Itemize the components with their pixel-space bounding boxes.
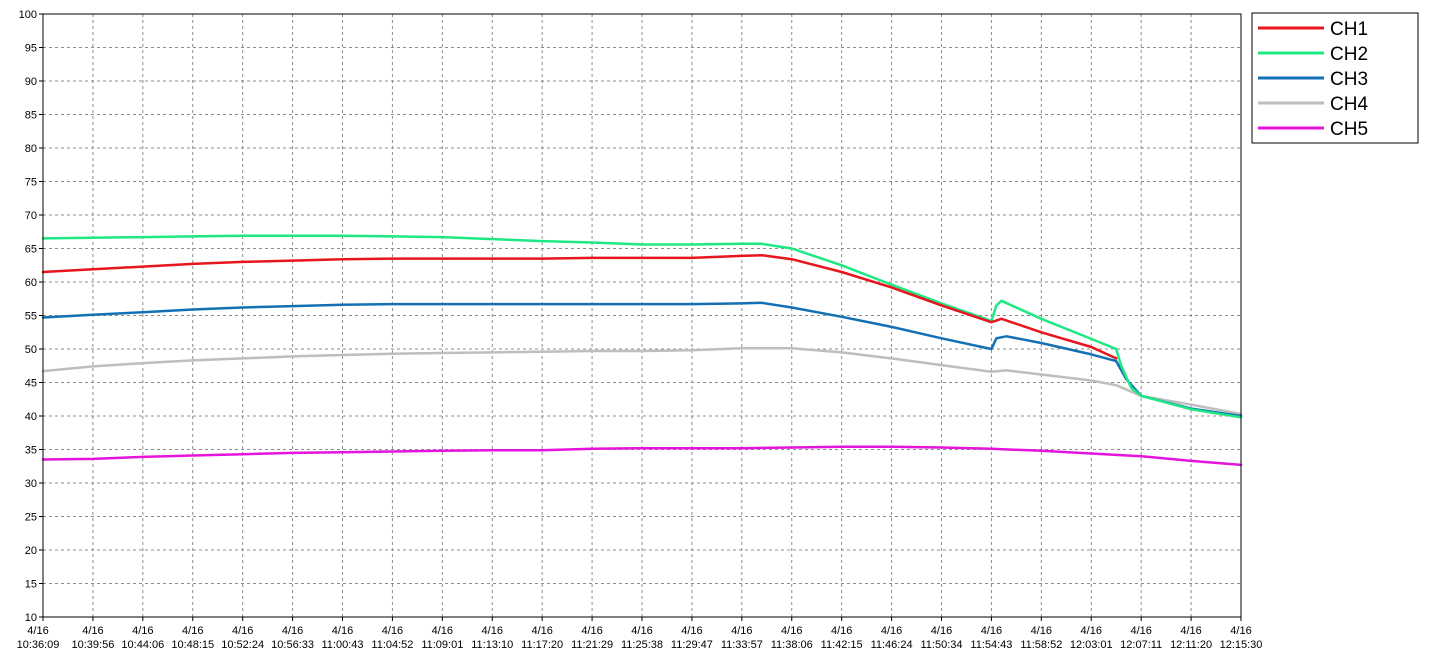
x-tick-date: 4/16 — [1230, 625, 1251, 637]
legend-label-ch2: CH2 — [1330, 44, 1368, 65]
series-line-ch5 — [41, 445, 1243, 467]
x-tick-time: 12:15:30 — [1220, 639, 1263, 651]
y-tick-label: 45 — [25, 378, 37, 390]
grid — [43, 14, 1241, 617]
x-tick-time: 10:39:56 — [72, 639, 115, 651]
x-tick-date: 4/16 — [1081, 625, 1102, 637]
y-tick-label: 80 — [25, 143, 37, 155]
line-chart: 10 15 20 25 30 35 40 45 50 55 60 65 70 75 80 85 90 95 100 … — [0, 0, 1436, 658]
x-tick-time: 11:42:15 — [821, 639, 863, 651]
series-line-ch1 — [41, 253, 1118, 360]
x-tick-time: 11:38:06 — [771, 639, 813, 651]
x-tick-date: 4/16 — [27, 625, 48, 637]
x-tick-date: 4/16 — [581, 625, 602, 637]
x-tick-time: 11:17:20 — [521, 639, 563, 651]
x-tick-time: 11:33:57 — [721, 639, 763, 651]
x-tick-time: 11:21:29 — [571, 639, 613, 651]
x-tick-date: 4/16 — [432, 625, 453, 637]
y-tick-label: 15 — [25, 579, 37, 591]
x-tick-date: 4/16 — [831, 625, 852, 637]
y-tick-label: 30 — [25, 478, 37, 490]
chart-canvas: 101520253035404550556065707580859095100 … — [17, 9, 1419, 651]
y-tick-label: 25 — [25, 512, 37, 524]
x-tick-date: 4/16 — [531, 625, 552, 637]
legend-label-ch5: CH5 — [1330, 119, 1368, 140]
x-tick-date: 4/16 — [631, 625, 652, 637]
x-tick-date: 4/16 — [931, 625, 952, 637]
x-tick-time: 12:11:20 — [1170, 639, 1212, 651]
x-tick-date: 4/16 — [981, 625, 1002, 637]
x-axis: 4/16 10:36:09 4/16 10:39:56 4/16 10:44:06 4/16… — [17, 617, 1263, 651]
x-tick-time: 10:56:33 — [271, 639, 314, 651]
x-tick-time: 11:50:34 — [920, 639, 962, 651]
x-tick-time: 11:46:24 — [871, 639, 913, 651]
x-tick-date: 4/16 — [1130, 625, 1151, 637]
x-tick-date: 4/16 — [132, 625, 153, 637]
x-tick-date: 4/16 — [182, 625, 203, 637]
x-tick-date: 4/16 — [482, 625, 503, 637]
y-tick-label: 95 — [25, 43, 37, 55]
x-tick-time: 11:29:47 — [671, 639, 713, 651]
x-tick-date: 4/16 — [1180, 625, 1201, 637]
y-tick-label: 20 — [25, 545, 37, 557]
x-tick-date: 4/16 — [232, 625, 253, 637]
x-tick-time: 10:44:06 — [121, 639, 164, 651]
y-axis: 10 15 20 25 30 35 40 45 50 55 60 65 70 75 80 85 90 95 100 — [19, 9, 43, 624]
legend-label-ch3: CH3 — [1330, 69, 1368, 90]
x-tick-date: 4/16 — [82, 625, 103, 637]
y-tick-label: 55 — [25, 311, 37, 323]
y-tick-label: 85 — [25, 110, 37, 122]
x-tick-time: 10:48:15 — [171, 639, 214, 651]
x-tick-date: 4/16 — [781, 625, 802, 637]
x-tick-date: 4/16 — [382, 625, 403, 637]
legend-label-ch1: CH1 — [1330, 19, 1368, 40]
x-tick-time: 11:54:43 — [970, 639, 1012, 651]
y-tick-label: 90 — [25, 76, 37, 88]
y-tick-label: 75 — [25, 177, 37, 189]
y-tick-label: 50 — [25, 344, 37, 356]
y-tick-label: 100 — [19, 9, 37, 21]
y-tick-label: 35 — [25, 445, 37, 457]
x-tick-time: 12:07:11 — [1120, 639, 1162, 651]
x-tick-date: 4/16 — [1031, 625, 1052, 637]
y-tick-label: 40 — [25, 411, 37, 423]
x-tick-date: 4/16 — [731, 625, 752, 637]
x-tick-date: 4/16 — [881, 625, 902, 637]
x-tick-time: 11:00:43 — [321, 639, 363, 651]
x-tick-time: 11:25:38 — [621, 639, 663, 651]
x-tick-time: 10:52:24 — [221, 639, 264, 651]
y-tick-label: 10 — [25, 612, 37, 624]
x-tick-time: 11:09:01 — [421, 639, 463, 651]
x-tick-time: 10:36:09 — [17, 639, 60, 651]
legend: CH1 CH2 CH3 CH4 CH5 — [1251, 12, 1419, 144]
x-tick-date: 4/16 — [282, 625, 303, 637]
x-tick-date: 4/16 — [681, 625, 702, 637]
y-tick-label: 65 — [25, 244, 37, 256]
x-tick-time: 12:03:01 — [1070, 639, 1113, 651]
x-tick-time: 11:04:52 — [371, 639, 413, 651]
x-tick-date: 4/16 — [332, 625, 353, 637]
x-tick-time: 11:58:52 — [1020, 639, 1062, 651]
legend-label-ch4: CH4 — [1330, 94, 1368, 115]
x-tick-time: 11:13:10 — [471, 639, 513, 651]
y-tick-label: 70 — [25, 210, 37, 222]
y-tick-label: 60 — [25, 277, 37, 289]
